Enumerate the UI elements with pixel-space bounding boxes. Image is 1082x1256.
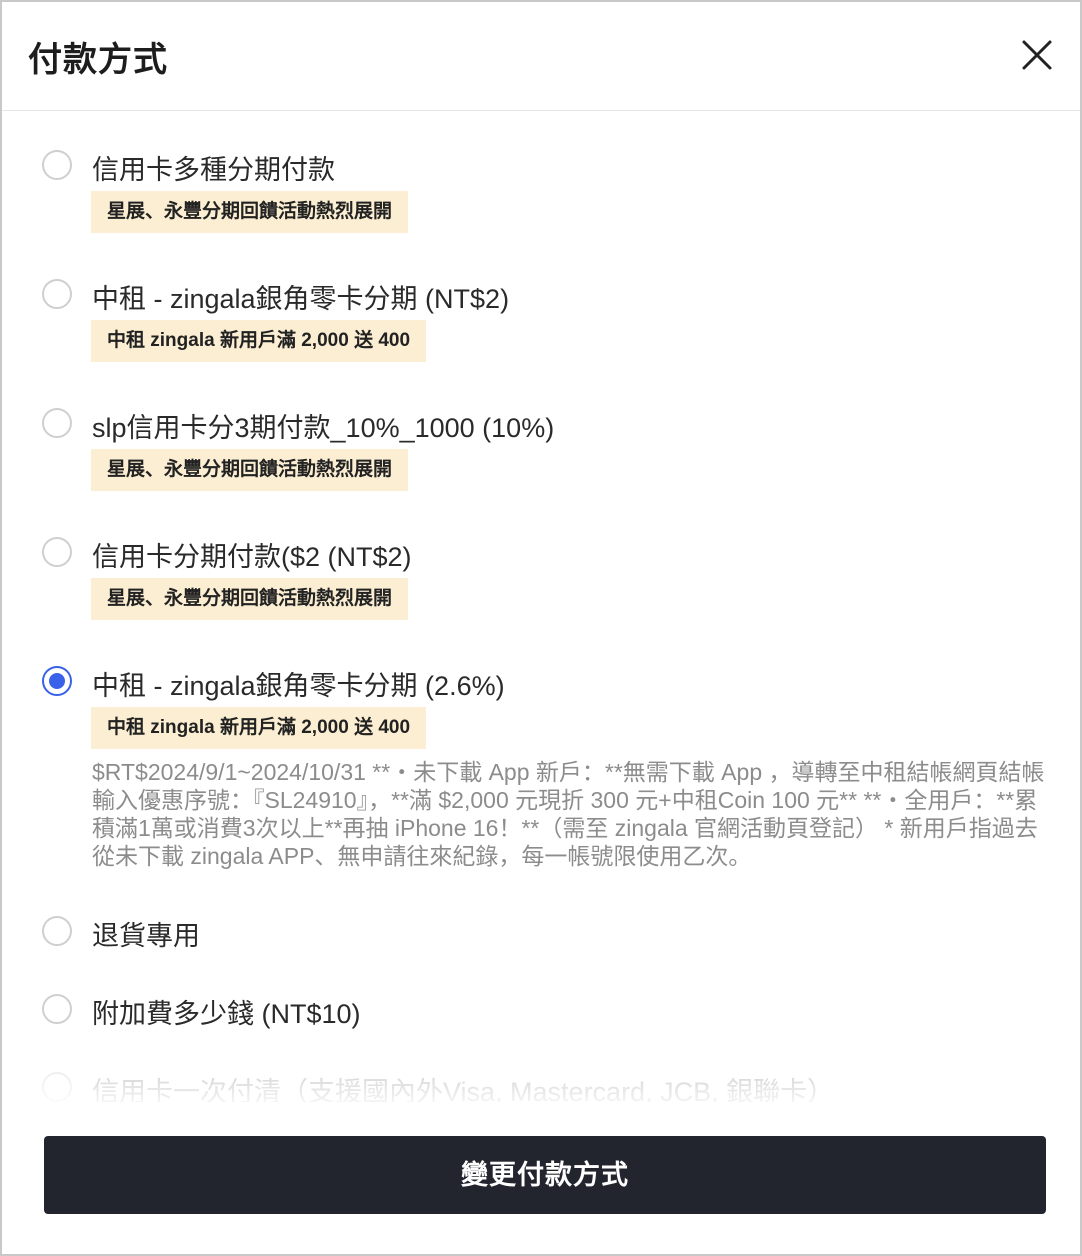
payment-option-label[interactable]: 附加費多少錢 (NT$10): [92, 992, 361, 1031]
payment-options-list[interactable]: 信用卡多種分期付款 星展、永豐分期回饋活動熱烈展開 中租 - zingala銀角…: [2, 112, 1080, 1102]
promo-badge: 星展、永豐分期回饋活動熱烈展開: [91, 191, 409, 233]
close-icon[interactable]: [1018, 36, 1056, 74]
promo-badge: 星展、永豐分期回饋活動熱烈展開: [91, 578, 409, 620]
modal-header: 付款方式: [2, 2, 1080, 111]
payment-option-label[interactable]: 信用卡一次付清（支援國內外Visa, Mastercard, JCB, 銀聯卡）: [92, 1070, 834, 1102]
payment-option-radio[interactable]: [42, 279, 72, 309]
modal-title: 付款方式: [28, 41, 168, 79]
promo-badge: 星展、永豐分期回饋活動熱烈展開: [91, 449, 409, 491]
payment-option-label[interactable]: slp信用卡分3期付款_10%_1000 (10%): [92, 406, 554, 445]
change-payment-method-button[interactable]: 變更付款方式: [44, 1136, 1046, 1214]
promo-description: $RT$2024/9/1~2024/10/31 **・未下載 App 新戶：**…: [92, 759, 1045, 869]
payment-option-label[interactable]: 信用卡多種分期付款: [92, 148, 335, 187]
payment-option-radio[interactable]: [42, 916, 72, 946]
promo-badge: 中租 zingala 新用戶滿 2,000 送 400: [91, 320, 427, 362]
payment-option-label[interactable]: 中租 - zingala銀角零卡分期 (NT$2): [92, 277, 509, 316]
payment-option-radio[interactable]: [42, 150, 72, 180]
payment-option-radio[interactable]: [42, 408, 72, 438]
payment-option-radio[interactable]: [42, 1072, 72, 1102]
payment-option-label[interactable]: 中租 - zingala銀角零卡分期 (2.6%): [92, 664, 505, 703]
payment-option-label[interactable]: 信用卡分期付款($2 (NT$2): [92, 535, 412, 574]
promo-badge: 中租 zingala 新用戶滿 2,000 送 400: [91, 707, 427, 749]
payment-option-radio[interactable]: [42, 537, 72, 567]
payment-method-modal: 付款方式 信用卡多種分期付款 星展、永豐分期回饋活動熱烈展開 中租 - zing…: [0, 0, 1082, 1256]
payment-option-radio-checked[interactable]: [42, 666, 72, 696]
payment-option-label[interactable]: 退貨專用: [92, 914, 200, 953]
payment-option-radio[interactable]: [42, 994, 72, 1024]
